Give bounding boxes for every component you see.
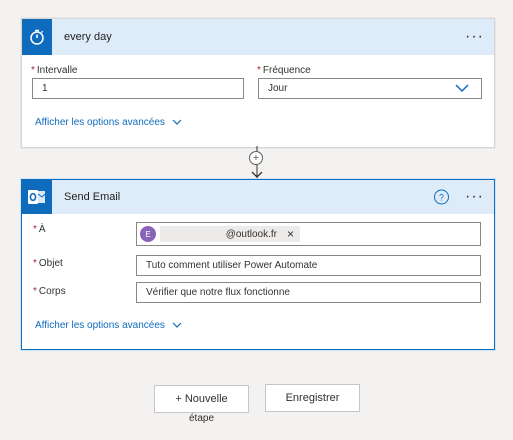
recipient-email: @outlook.fr [225, 228, 277, 240]
interval-label: * Intervalle [31, 65, 77, 76]
new-step-label: + Nouvelle [175, 393, 228, 405]
action-advanced-options-text: Afficher les options avancées [35, 320, 165, 331]
required-marker: * [33, 224, 37, 235]
stopwatch-icon [22, 19, 52, 55]
plus-icon: + [252, 151, 260, 164]
outlook-icon [22, 180, 52, 214]
subject-input[interactable]: Tuto comment utiliser Power Automate [136, 255, 481, 276]
required-marker: * [257, 65, 261, 76]
send-email-action-card[interactable]: Send Email ? ··· * À E @outlook.fr × * Obj… [21, 179, 495, 350]
chevron-down-icon [172, 119, 182, 126]
to-input[interactable]: E @outlook.fr × [136, 222, 481, 246]
close-icon[interactable]: × [287, 225, 294, 244]
required-marker: * [33, 286, 37, 297]
save-button[interactable]: Enregistrer [265, 384, 360, 412]
subject-label: * Objet [33, 258, 63, 269]
required-marker: * [31, 65, 35, 76]
save-label: Enregistrer [285, 392, 340, 404]
action-more-menu-button[interactable]: ··· [465, 189, 484, 205]
action-title: Send Email [64, 191, 121, 203]
trigger-title: every day [64, 31, 112, 43]
trigger-header[interactable]: every day ··· [22, 19, 494, 55]
avatar: E [140, 226, 156, 242]
action-header[interactable]: Send Email ? ··· [22, 180, 494, 214]
help-icon[interactable]: ? [434, 189, 449, 205]
recipient-chip[interactable]: E @outlook.fr × [140, 225, 300, 243]
interval-input[interactable]: 1 [32, 78, 244, 99]
new-step-label-overflow: étape [188, 413, 215, 424]
body-input[interactable]: Vérifier que notre flux fonctionne [136, 282, 481, 303]
body-label: * Corps [33, 286, 66, 297]
frequency-select[interactable]: Jour [258, 78, 482, 99]
frequency-label: * Fréquence [257, 65, 311, 76]
trigger-advanced-options-link[interactable]: Afficher les options avancées [35, 117, 182, 128]
frequency-label-text: Fréquence [262, 65, 311, 76]
body-label-text: Corps [38, 286, 66, 297]
insert-step-button[interactable]: + [249, 151, 263, 165]
action-advanced-options-link[interactable]: Afficher les options avancées [35, 320, 182, 331]
required-marker: * [33, 258, 37, 269]
to-label: * À [33, 224, 46, 235]
subject-label-text: Objet [38, 258, 63, 269]
frequency-value: Jour [268, 83, 288, 94]
recipient-chip-body: @outlook.fr × [160, 226, 300, 242]
to-label-text: À [38, 224, 46, 235]
chevron-down-icon [455, 84, 469, 93]
new-step-button[interactable]: + Nouvelle [154, 385, 249, 413]
trigger-more-menu-button[interactable]: ··· [465, 29, 484, 45]
recurrence-trigger-card[interactable]: every day ··· * Intervalle 1 * Fréquence J… [21, 18, 495, 148]
interval-label-text: Intervalle [36, 65, 78, 76]
trigger-advanced-options-text: Afficher les options avancées [35, 117, 165, 128]
chevron-down-icon [172, 322, 182, 329]
